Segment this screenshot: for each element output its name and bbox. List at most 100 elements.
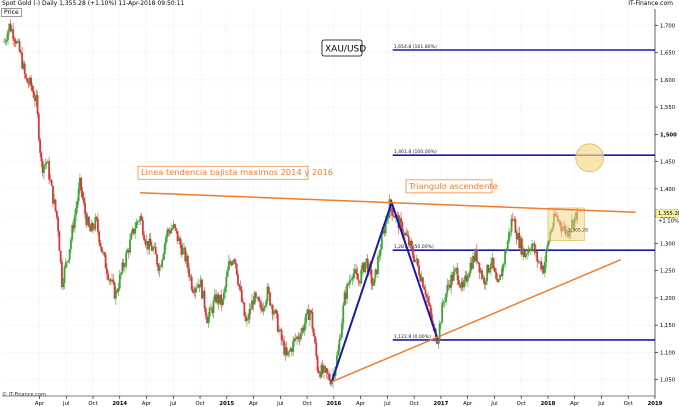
candle-body <box>501 265 504 277</box>
candle-body <box>391 208 393 216</box>
candle-body <box>80 177 83 192</box>
candle-body <box>224 287 226 293</box>
candle-body <box>192 289 194 293</box>
candle-body <box>19 51 22 53</box>
y-tick-label: 1,100 <box>660 350 676 356</box>
x-tick-label: Jul <box>276 401 283 407</box>
candle-body <box>531 243 534 251</box>
candle-body <box>292 340 295 352</box>
candle-body <box>165 237 167 244</box>
candle-body <box>225 276 228 288</box>
x-tick-label: 2019 <box>648 401 663 407</box>
candle-body <box>297 336 300 339</box>
candle-body <box>423 287 426 290</box>
fib-level-label: 1,461.8 (100.00%) <box>394 149 437 155</box>
candle-body <box>346 283 349 299</box>
candle-body <box>378 255 381 257</box>
x-tick-label: Jul <box>597 401 604 407</box>
last-change-label: +1.10% <box>658 218 679 224</box>
candle-body <box>36 95 39 114</box>
candle-body <box>429 305 432 315</box>
consolidation-box <box>547 207 585 241</box>
candle-body <box>352 273 355 278</box>
candle-body <box>143 235 146 241</box>
candle-body <box>463 280 465 288</box>
candle-body <box>66 261 68 263</box>
candle-body <box>238 284 241 287</box>
candle-body <box>505 250 508 252</box>
candle-body <box>370 269 373 284</box>
candle-body <box>405 232 408 235</box>
candle-body <box>181 248 184 255</box>
candle-body <box>257 297 260 301</box>
candle-body <box>466 277 469 282</box>
candle-body <box>258 300 261 303</box>
candle-body <box>492 257 495 268</box>
x-tick-label: Jul <box>169 401 176 407</box>
candle-body <box>62 283 65 288</box>
y-tick-label: 1,150 <box>660 323 676 329</box>
copyright-text: © IT-Finance.com <box>2 392 46 398</box>
candle-body <box>502 263 505 266</box>
candle-body <box>337 350 340 356</box>
candle-body <box>154 246 157 255</box>
chart-root: 1,654.8 (161.80%) 1,461.8 (100.00%) 1,287.… <box>0 0 679 407</box>
x-tick-label: 2016 <box>326 401 341 407</box>
candle-body <box>37 113 40 140</box>
candle-body <box>98 231 101 243</box>
candle-body <box>267 286 270 293</box>
candle-body <box>493 267 496 273</box>
candle-body <box>260 302 262 310</box>
candle-body <box>348 280 351 285</box>
candle-body <box>325 368 328 373</box>
y-tick-label: 1,500 <box>660 132 677 138</box>
candle-body <box>70 239 72 250</box>
candle-body <box>338 339 341 351</box>
candle-body <box>305 313 307 324</box>
triangle-label: Triangulo ascendente <box>408 181 498 191</box>
candle-body <box>514 219 517 233</box>
candle-body <box>484 281 487 285</box>
candle-body <box>167 229 170 232</box>
candle-body <box>400 218 402 223</box>
x-tick-label: 2014 <box>112 401 127 407</box>
candle-body <box>265 301 268 307</box>
candle-body <box>477 261 480 263</box>
candle-body <box>546 244 549 250</box>
candle-body <box>281 340 284 342</box>
x-tick-label: Oct <box>517 401 526 407</box>
candle-body <box>454 269 456 272</box>
candle-body <box>441 302 444 323</box>
candle-body <box>341 323 343 338</box>
candle-body <box>88 216 90 227</box>
price-chart: 1,654.8 (161.80%)1,461.8 (100.00%)1,287.… <box>2 9 679 407</box>
last-price-label: 1,355.28 <box>658 211 679 217</box>
y-tick-label: 1,250 <box>660 269 676 275</box>
candle-body <box>188 268 191 278</box>
candle-body <box>4 41 7 43</box>
candle-body <box>339 337 342 340</box>
candle-body <box>163 243 166 255</box>
candle-body <box>57 217 59 232</box>
candle-body <box>120 272 122 275</box>
candle-body <box>311 312 314 329</box>
consolidation-label: 1,305.28 <box>568 227 588 233</box>
candle-body <box>326 372 329 374</box>
candle-body <box>456 268 459 281</box>
candle-body <box>106 268 108 275</box>
candle-body <box>5 39 8 42</box>
candle-body <box>204 308 207 317</box>
x-tick-label: Oct <box>624 401 633 407</box>
candle-body <box>468 273 471 278</box>
candle-body <box>255 292 257 298</box>
price-tab[interactable]: Price <box>1 8 22 17</box>
candle-body <box>324 366 327 369</box>
candle-body <box>162 254 165 260</box>
fib-level-label: 1,122.8 (0.00%) <box>394 334 431 340</box>
brand-label: IT-Finance.com <box>628 0 673 7</box>
highlight-circle <box>575 143 605 173</box>
candle-body <box>350 279 352 281</box>
candle-body <box>18 40 21 52</box>
candle-body <box>91 223 94 229</box>
candle-body <box>287 351 289 356</box>
